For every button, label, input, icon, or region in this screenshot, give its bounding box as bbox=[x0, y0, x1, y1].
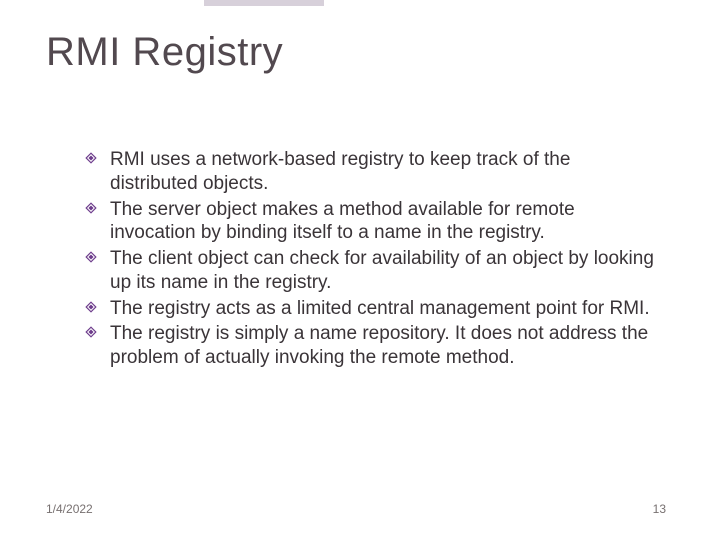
bullet-text: The server object makes a method availab… bbox=[110, 199, 575, 244]
list-item: The server object makes a method availab… bbox=[84, 198, 654, 246]
diamond-bullet-icon bbox=[84, 151, 98, 165]
list-item: The registry is simply a name repository… bbox=[84, 322, 654, 370]
decorative-bar bbox=[204, 0, 324, 6]
diamond-bullet-icon bbox=[84, 250, 98, 264]
bullet-list: RMI uses a network-based registry to kee… bbox=[84, 148, 654, 372]
diamond-bullet-icon bbox=[84, 325, 98, 339]
bullet-text: RMI uses a network-based registry to kee… bbox=[110, 149, 570, 194]
slide: RMI Registry RMI uses a network-based re… bbox=[0, 0, 720, 540]
list-item: The client object can check for availabi… bbox=[84, 247, 654, 295]
list-item: The registry acts as a limited central m… bbox=[84, 297, 654, 321]
diamond-bullet-icon bbox=[84, 300, 98, 314]
diamond-bullet-icon bbox=[84, 201, 98, 215]
bullet-text: The registry is simply a name repository… bbox=[110, 323, 648, 368]
bullet-text: The client object can check for availabi… bbox=[110, 248, 654, 293]
list-item: RMI uses a network-based registry to kee… bbox=[84, 148, 654, 196]
slide-title: RMI Registry bbox=[46, 30, 283, 75]
bullet-text: The registry acts as a limited central m… bbox=[110, 298, 650, 319]
footer-page-number: 13 bbox=[653, 502, 666, 516]
footer-date: 1/4/2022 bbox=[46, 502, 93, 516]
